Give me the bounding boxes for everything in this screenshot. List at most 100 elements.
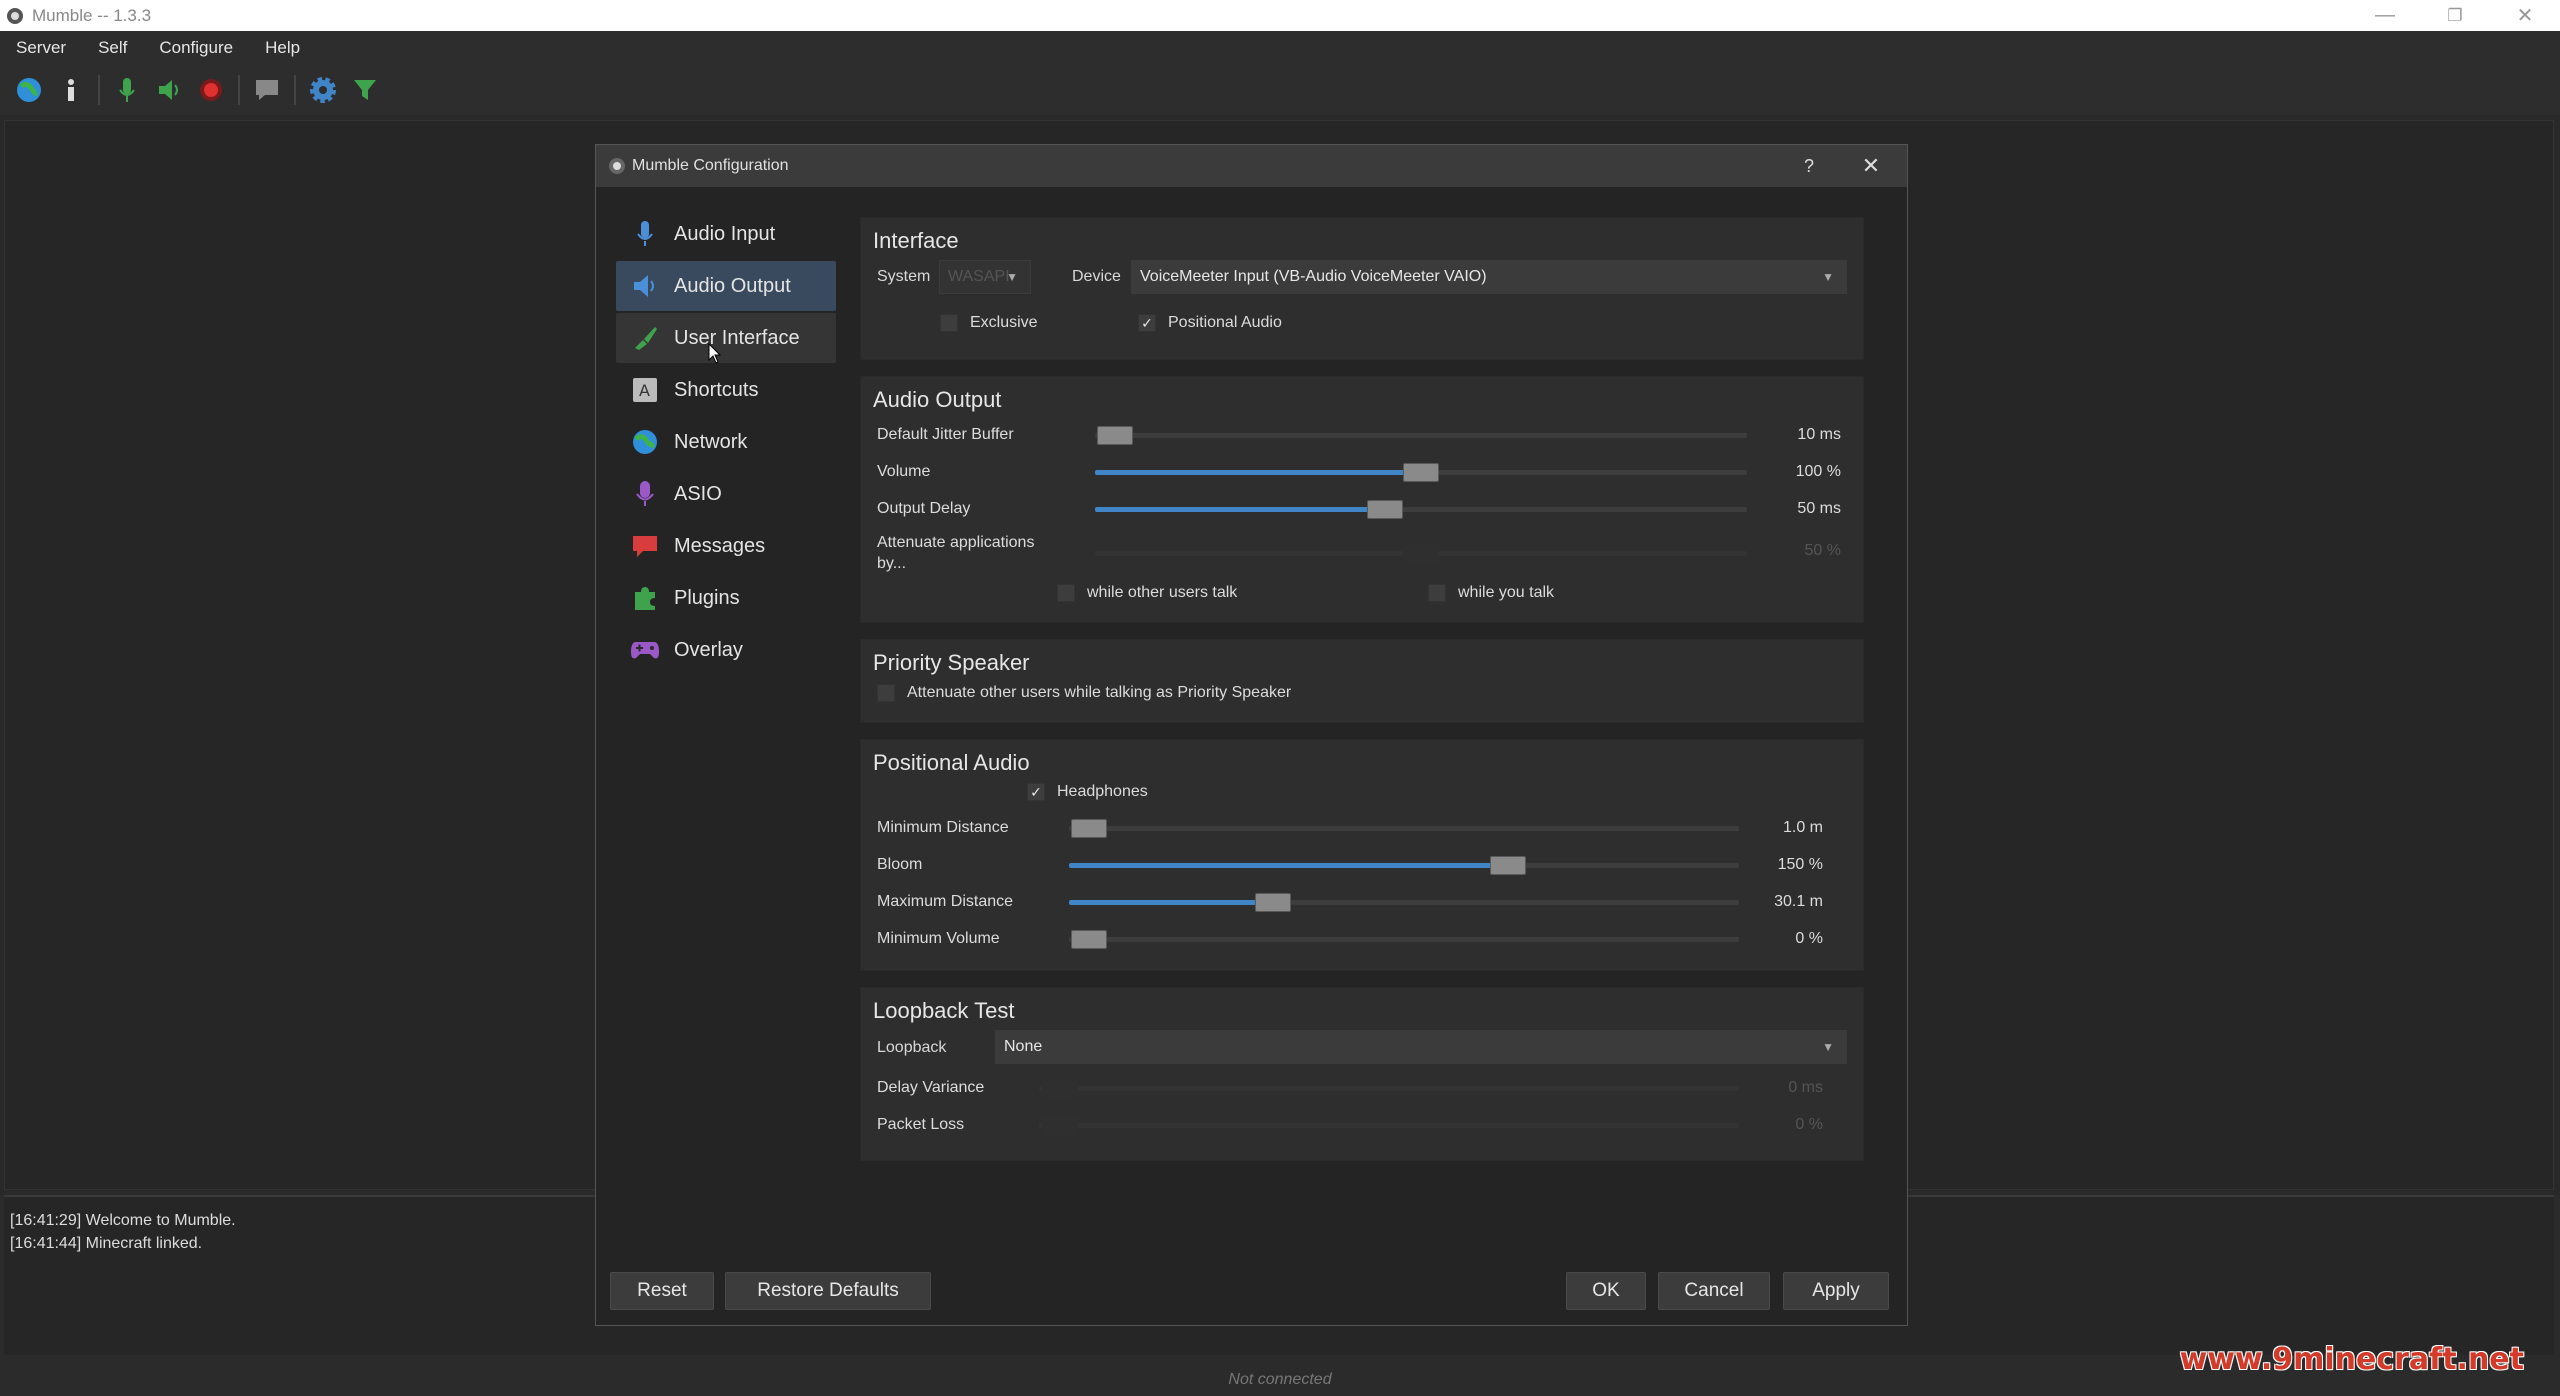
microphone-icon bbox=[630, 219, 660, 249]
menu-self[interactable]: Self bbox=[82, 38, 143, 58]
min-volume-slider[interactable] bbox=[1069, 930, 1739, 949]
nav-network[interactable]: Network bbox=[616, 417, 836, 467]
jitter-slider[interactable] bbox=[1095, 426, 1747, 445]
min-distance-slider[interactable] bbox=[1069, 819, 1739, 838]
restore-defaults-button[interactable]: Restore Defaults bbox=[725, 1272, 931, 1310]
window-titlebar: Mumble -- 1.3.3 — ❐ ✕ bbox=[0, 0, 2560, 31]
nav-audio-output[interactable]: Audio Output bbox=[616, 261, 836, 311]
exclusive-label: Exclusive bbox=[970, 314, 1038, 331]
slider-handle bbox=[1042, 1079, 1078, 1098]
slider-handle[interactable] bbox=[1367, 500, 1404, 519]
nav-label: ASIO bbox=[674, 482, 722, 505]
chevron-down-icon: ▼ bbox=[1822, 1040, 1834, 1054]
window-title: Mumble -- 1.3.3 bbox=[32, 5, 152, 25]
nav-messages[interactable]: Messages bbox=[616, 521, 836, 571]
while-you-talk-checkbox[interactable]: while you talk bbox=[1428, 584, 1554, 602]
while-others-talk-checkbox[interactable]: while other users talk bbox=[1057, 584, 1237, 602]
exclusive-checkbox[interactable]: Exclusive bbox=[940, 314, 1038, 332]
minimize-button[interactable]: — bbox=[2350, 0, 2420, 31]
gear-icon[interactable] bbox=[302, 69, 344, 111]
nav-overlay[interactable]: Overlay bbox=[616, 625, 836, 675]
globe-icon[interactable] bbox=[8, 69, 50, 111]
attenuate-row: Attenuate applications by... 50 % bbox=[861, 528, 1863, 580]
headphones-checkbox[interactable]: ✓ Headphones bbox=[1027, 783, 1148, 801]
menu-configure[interactable]: Configure bbox=[143, 38, 249, 58]
nav-user-interface[interactable]: User Interface bbox=[616, 313, 836, 363]
attenuate-label: Attenuate applications by... bbox=[877, 534, 1035, 572]
positional-audio-checkbox[interactable]: ✓ Positional Audio bbox=[1138, 314, 1282, 332]
slider-fill bbox=[1069, 900, 1274, 905]
log-text: Welcome to Mumble. bbox=[85, 1212, 236, 1229]
checkbox-box bbox=[877, 684, 895, 702]
maximize-button[interactable]: ❐ bbox=[2420, 0, 2490, 31]
group-title: Audio Output bbox=[873, 387, 1002, 412]
bloom-slider[interactable] bbox=[1069, 856, 1739, 875]
chat-icon[interactable] bbox=[246, 69, 288, 111]
positional-label: Positional Audio bbox=[1168, 314, 1282, 331]
reset-button[interactable]: Reset bbox=[610, 1272, 714, 1310]
max-distance-slider[interactable] bbox=[1069, 893, 1739, 912]
slider-handle[interactable] bbox=[1489, 856, 1526, 875]
slider-handle[interactable] bbox=[1071, 930, 1108, 949]
nav-asio[interactable]: ASIO bbox=[616, 469, 836, 519]
packet-loss-slider bbox=[1039, 1116, 1739, 1135]
gamepad-icon bbox=[630, 635, 660, 665]
info-icon[interactable] bbox=[50, 69, 92, 111]
filter-icon[interactable] bbox=[344, 69, 386, 111]
slider-handle[interactable] bbox=[1096, 426, 1133, 445]
microphone-icon[interactable] bbox=[106, 69, 148, 111]
jitter-value: 10 ms bbox=[1797, 426, 1841, 443]
delay-variance-slider bbox=[1039, 1079, 1739, 1098]
variance-label: Delay Variance bbox=[877, 1079, 985, 1096]
min-volume-row: Minimum Volume 0 % bbox=[861, 921, 1863, 958]
close-window-button[interactable]: ✕ bbox=[2490, 0, 2560, 31]
cancel-button[interactable]: Cancel bbox=[1658, 1272, 1770, 1310]
bloom-row: Bloom 150 % bbox=[861, 847, 1863, 884]
output-delay-slider[interactable] bbox=[1095, 500, 1747, 519]
apply-button[interactable]: Apply bbox=[1783, 1272, 1889, 1310]
nav-audio-input[interactable]: Audio Input bbox=[616, 209, 836, 259]
menu-help[interactable]: Help bbox=[249, 38, 316, 58]
delay-label: Output Delay bbox=[877, 500, 971, 517]
configuration-dialog: Mumble Configuration ? ✕ Audio Input Aud… bbox=[595, 144, 1908, 1326]
loopback-select[interactable]: None ▼ bbox=[995, 1030, 1847, 1064]
keyboard-key-icon: A bbox=[630, 375, 660, 405]
loss-label: Packet Loss bbox=[877, 1116, 965, 1133]
brush-icon bbox=[630, 323, 660, 353]
svg-text:A: A bbox=[639, 381, 650, 400]
checkmark-icon: ✓ bbox=[1138, 314, 1156, 332]
toolbar bbox=[0, 65, 2560, 115]
connection-status: Not connected bbox=[1228, 1371, 1332, 1388]
chevron-down-icon: ▼ bbox=[1006, 270, 1018, 284]
priority-attenuate-checkbox[interactable]: Attenuate other users while talking as P… bbox=[877, 684, 1291, 702]
nav-label: Overlay bbox=[674, 638, 743, 661]
system-value: WASAPI bbox=[948, 268, 1010, 285]
globe-icon bbox=[630, 427, 660, 457]
record-icon[interactable] bbox=[190, 69, 232, 111]
slider-handle bbox=[1042, 1116, 1078, 1135]
slider-handle[interactable] bbox=[1071, 819, 1108, 838]
device-select[interactable]: VoiceMeeter Input (VB-Audio VoiceMeeter … bbox=[1131, 260, 1847, 294]
nav-label: Network bbox=[674, 430, 748, 453]
min-distance-row: Minimum Distance 1.0 m bbox=[861, 810, 1863, 847]
nav-plugins[interactable]: Plugins bbox=[616, 573, 836, 623]
log-time: [16:41:44] bbox=[10, 1235, 82, 1252]
slider-handle[interactable] bbox=[1255, 893, 1292, 912]
watermark-text: www.9minecraft.net bbox=[2179, 1342, 2524, 1377]
help-button[interactable]: ? bbox=[1789, 145, 1829, 187]
priority-attenuate-label: Attenuate other users while talking as P… bbox=[907, 684, 1292, 701]
delay-value: 50 ms bbox=[1797, 500, 1841, 517]
volume-slider[interactable] bbox=[1095, 463, 1747, 482]
speaker-icon[interactable] bbox=[148, 69, 190, 111]
max-dist-value: 30.1 m bbox=[1774, 893, 1823, 910]
dialog-titlebar: Mumble Configuration ? ✕ bbox=[596, 145, 1907, 187]
device-label: Device bbox=[1072, 268, 1121, 285]
ok-button[interactable]: OK bbox=[1566, 1272, 1646, 1310]
nav-shortcuts[interactable]: A Shortcuts bbox=[616, 365, 836, 415]
slider-handle[interactable] bbox=[1403, 463, 1439, 482]
menu-server[interactable]: Server bbox=[0, 38, 82, 58]
dialog-close-button[interactable]: ✕ bbox=[1851, 145, 1891, 187]
checkmark-icon: ✓ bbox=[1027, 783, 1045, 801]
chevron-down-icon: ▼ bbox=[1822, 270, 1834, 284]
